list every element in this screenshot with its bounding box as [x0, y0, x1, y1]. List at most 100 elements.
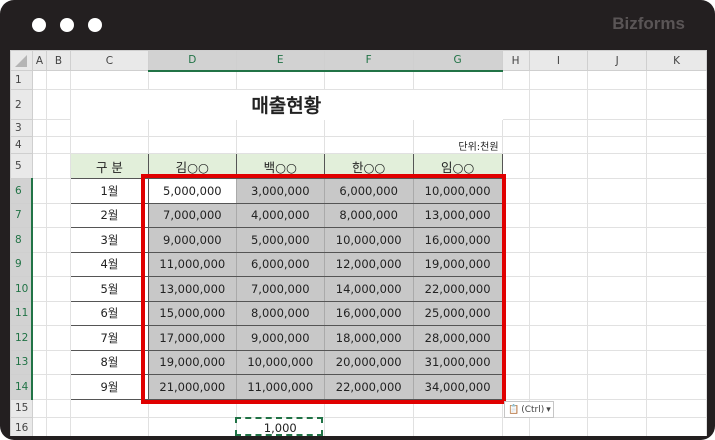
cell-k11[interactable] — [646, 300, 707, 326]
column-header-h[interactable]: H — [501, 50, 530, 71]
cell-c15[interactable] — [70, 398, 149, 418]
row-header-1[interactable]: 1 — [10, 70, 33, 90]
cell-k8[interactable] — [646, 227, 707, 253]
cell-g1[interactable] — [412, 70, 503, 90]
cell-f4[interactable] — [323, 136, 414, 154]
value-cell[interactable]: 21,000,000 — [147, 374, 237, 400]
cell-j3[interactable] — [587, 119, 648, 137]
cell-k4[interactable] — [646, 136, 707, 154]
paste-options-button[interactable]: 📋 (Ctrl) ▾ — [504, 401, 554, 418]
cell-i13[interactable] — [528, 349, 589, 375]
cell-h5[interactable] — [501, 153, 530, 179]
cell-i2[interactable] — [528, 89, 589, 120]
cell-h9[interactable] — [501, 251, 530, 277]
cell-k9[interactable] — [646, 251, 707, 277]
cell-a7[interactable] — [31, 202, 48, 228]
cell-j12[interactable] — [587, 325, 648, 351]
value-cell[interactable]: 11,000,000 — [147, 251, 237, 277]
cell-h13[interactable] — [501, 349, 530, 375]
cell-i14[interactable] — [528, 374, 589, 400]
value-cell[interactable]: 5,000,000 — [147, 178, 237, 204]
sheet-title[interactable]: 매출현황 — [71, 90, 503, 120]
cell-k5[interactable] — [646, 153, 707, 179]
value-cell[interactable]: 22,000,000 — [323, 374, 414, 400]
cell-h7[interactable] — [501, 202, 530, 228]
cell-i16[interactable] — [528, 416, 589, 436]
month-label[interactable]: 7월 — [70, 325, 149, 351]
cell-b1[interactable] — [46, 70, 72, 90]
value-cell[interactable]: 7,000,000 — [147, 202, 237, 228]
window-dot-minimize[interactable] — [60, 18, 74, 32]
value-cell[interactable]: 9,000,000 — [147, 227, 237, 253]
value-cell[interactable]: 25,000,000 — [412, 300, 503, 326]
cell-i7[interactable] — [528, 202, 589, 228]
cell-b2[interactable] — [46, 89, 72, 120]
value-cell[interactable]: 10,000,000 — [323, 227, 414, 253]
unit-label[interactable]: 단위:천원 — [412, 136, 503, 154]
cell-h3[interactable] — [501, 119, 530, 137]
cell-f1[interactable] — [323, 70, 414, 90]
cell-g16[interactable] — [412, 416, 503, 436]
value-cell[interactable]: 17,000,000 — [147, 325, 237, 351]
cell-a12[interactable] — [31, 325, 48, 351]
cell-i10[interactable] — [528, 276, 589, 302]
column-header-a[interactable]: A — [31, 50, 48, 71]
cell-h10[interactable] — [501, 276, 530, 302]
value-cell[interactable]: 13,000,000 — [147, 276, 237, 302]
month-label[interactable]: 9월 — [70, 374, 149, 400]
row-header-4[interactable]: 4 — [10, 136, 33, 154]
cell-k10[interactable] — [646, 276, 707, 302]
cell-a15[interactable] — [31, 398, 48, 418]
row-header-11[interactable]: 11 — [10, 300, 34, 326]
cell-i9[interactable] — [528, 251, 589, 277]
cell-b12[interactable] — [46, 325, 72, 351]
cell-j5[interactable] — [587, 153, 648, 179]
row-header-8[interactable]: 8 — [10, 227, 34, 253]
cell-c3[interactable] — [70, 119, 149, 137]
cell-b7[interactable] — [46, 202, 72, 228]
row-header-7[interactable]: 7 — [10, 202, 34, 228]
value-cell[interactable]: 19,000,000 — [147, 349, 237, 375]
row-header-13[interactable]: 13 — [10, 349, 34, 375]
cell-h2[interactable] — [501, 89, 530, 120]
column-header-k[interactable]: K — [646, 50, 707, 71]
cell-b11[interactable] — [46, 300, 72, 326]
column-header-g[interactable]: G — [412, 50, 503, 72]
cell-d16[interactable] — [147, 416, 237, 436]
cell-b9[interactable] — [46, 251, 72, 277]
cell-e15[interactable] — [235, 398, 325, 418]
cell-b4[interactable] — [46, 136, 72, 154]
row-header-15[interactable]: 15 — [10, 398, 33, 418]
row-header-5[interactable]: 5 — [10, 153, 33, 179]
column-header-e[interactable]: E — [235, 50, 325, 72]
cell-h8[interactable] — [501, 227, 530, 253]
value-cell[interactable]: 19,000,000 — [412, 251, 503, 277]
cell-g3[interactable] — [412, 119, 503, 137]
column-header-c[interactable]: C — [70, 50, 149, 71]
cell-e4[interactable] — [235, 136, 325, 154]
cell-k1[interactable] — [646, 70, 707, 90]
cell-d15[interactable] — [147, 398, 237, 418]
cell-f15[interactable] — [323, 398, 414, 418]
cell-j14[interactable] — [587, 374, 648, 400]
cell-e3[interactable] — [235, 119, 325, 137]
cell-a6[interactable] — [31, 178, 48, 204]
cell-b15[interactable] — [46, 398, 72, 418]
column-header-d[interactable]: D — [147, 50, 237, 72]
value-cell[interactable]: 20,000,000 — [323, 349, 414, 375]
cell-k2[interactable] — [646, 89, 707, 120]
cell-b6[interactable] — [46, 178, 72, 204]
cell-i12[interactable] — [528, 325, 589, 351]
cell-b8[interactable] — [46, 227, 72, 253]
cell-k15[interactable] — [646, 398, 707, 418]
column-header-b[interactable]: B — [46, 50, 72, 71]
value-cell[interactable]: 31,000,000 — [412, 349, 503, 375]
cell-g15[interactable] — [412, 398, 503, 418]
cell-a8[interactable] — [31, 227, 48, 253]
cell-h4[interactable] — [501, 136, 530, 154]
cell-j8[interactable] — [587, 227, 648, 253]
value-cell[interactable]: 14,000,000 — [323, 276, 414, 302]
cell-a4[interactable] — [31, 136, 48, 154]
cell-a13[interactable] — [31, 349, 48, 375]
header-person[interactable]: 임○○ — [412, 153, 503, 179]
